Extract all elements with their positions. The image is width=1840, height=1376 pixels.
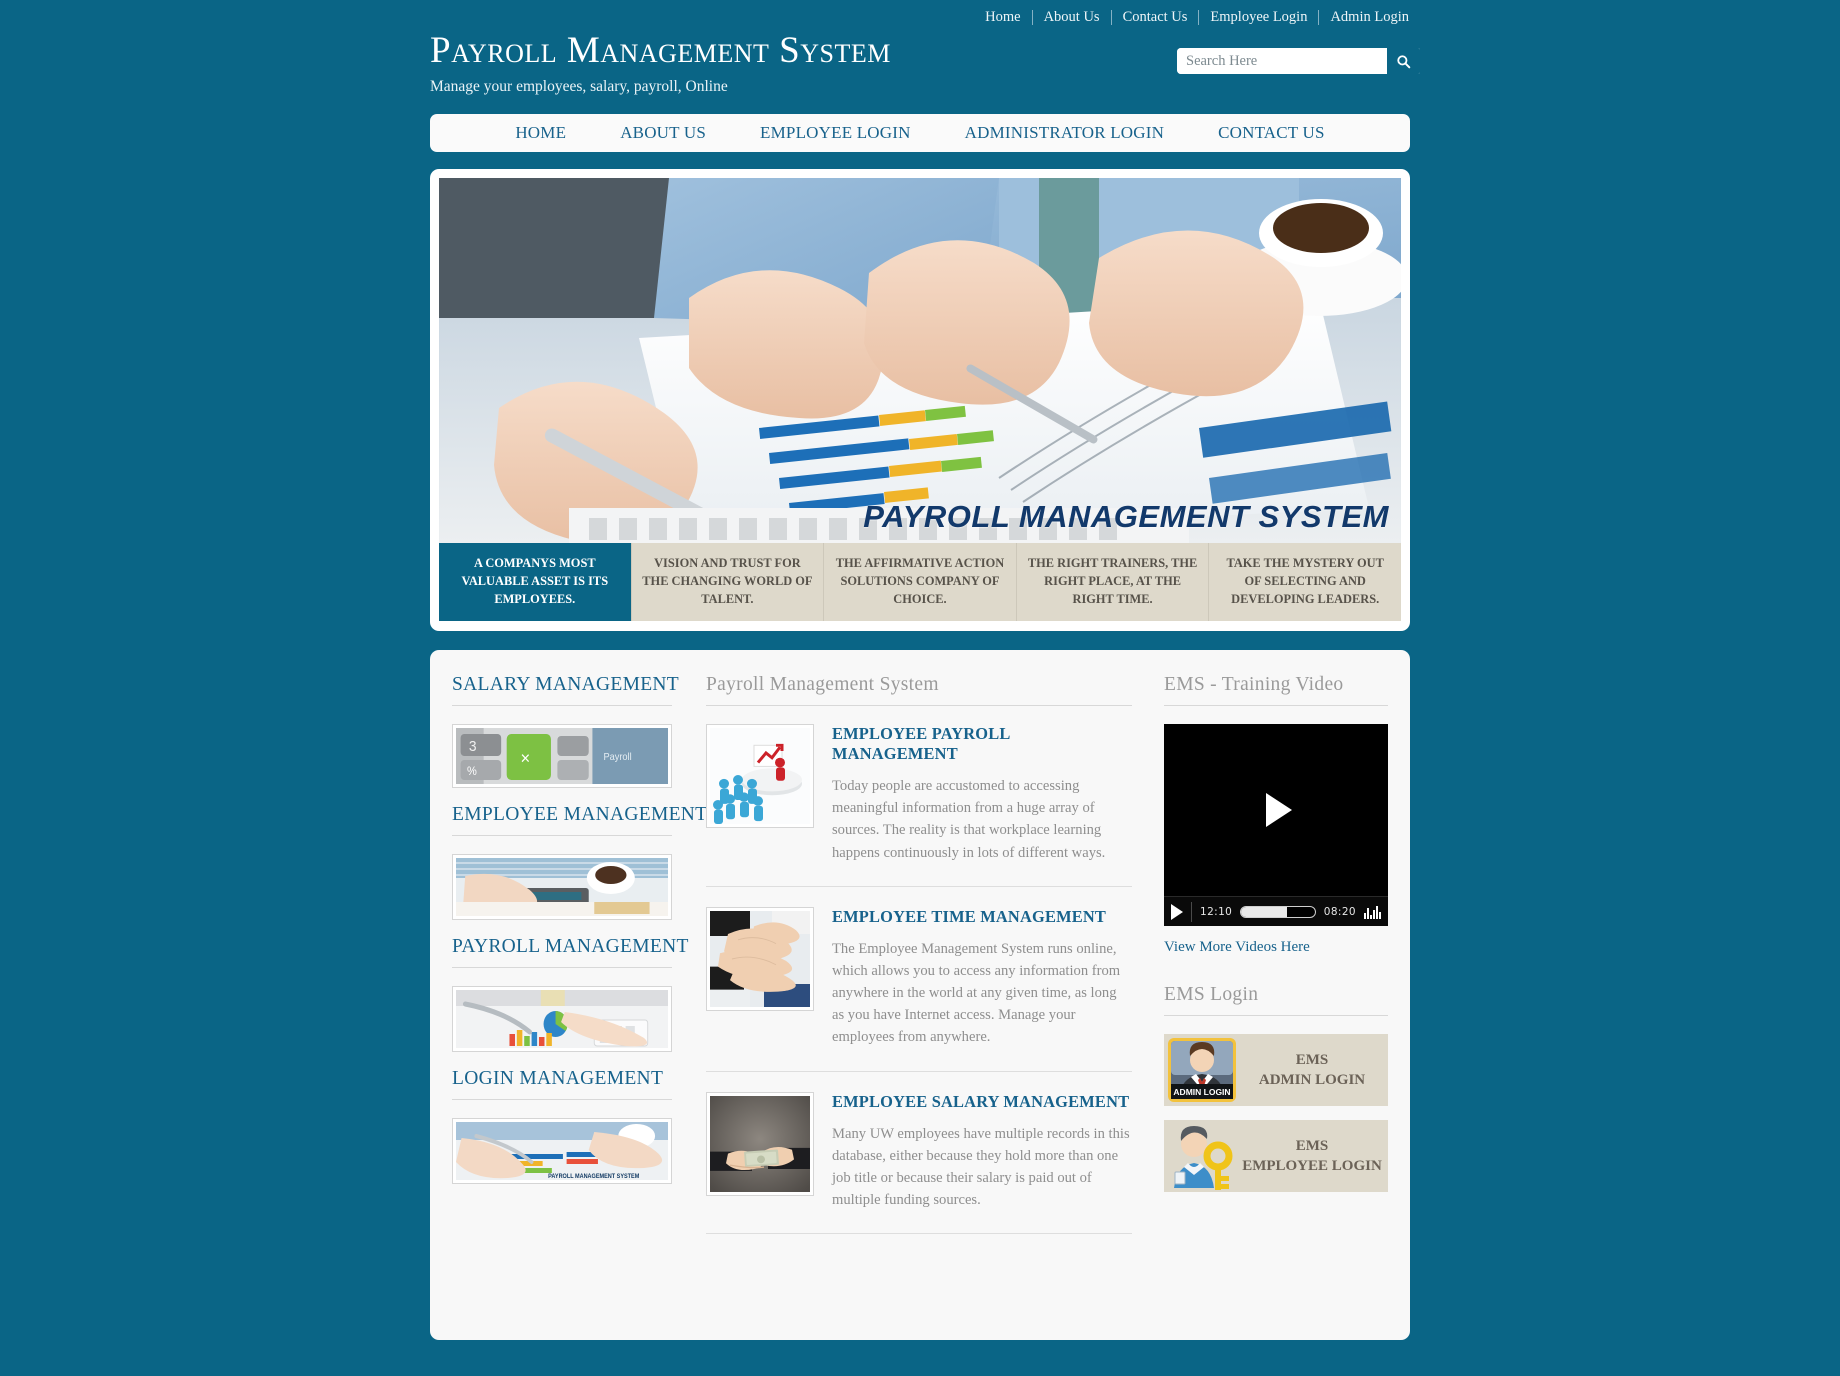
view-more-videos-link[interactable]: View More Videos Here <box>1164 939 1310 956</box>
article-body: EMPLOYEE TIME MANAGEMENT The Employee Ma… <box>832 907 1132 1049</box>
banner-panel: PAYROLL MANAGEMENT SYSTEM A Companys mos… <box>430 169 1410 631</box>
team-hands-stacked-photo <box>710 910 810 1007</box>
hands-exchanging-money-photo <box>710 1095 810 1192</box>
search-box[interactable] <box>1177 48 1420 74</box>
topnav-item-home[interactable]: Home <box>974 8 1031 26</box>
sidebar-heading-login-management[interactable]: LOGIN MANAGEMENT <box>452 1068 672 1100</box>
topnav-divider <box>1110 9 1112 25</box>
article-thumb-frame[interactable] <box>706 724 814 828</box>
ems-employee-login-line2: EMPLOYEE LOGIN <box>1242 1158 1382 1174</box>
calculator-payroll-keys-thumb: 3 % × Payroll <box>456 728 668 784</box>
search-icon <box>1397 54 1411 68</box>
topnav-item-contact-us[interactable]: Contact Us <box>1112 8 1199 26</box>
svg-text:Payroll: Payroll <box>603 752 631 763</box>
training-video-player[interactable]: 12:10 08:20 <box>1164 724 1388 926</box>
svg-text:ADMIN LOGIN: ADMIN LOGIN <box>1173 1087 1230 1097</box>
ems-admin-login-box[interactable]: ADMIN LOGIN EMS ADMIN LOGIN <box>1164 1034 1388 1106</box>
pen-chart-calculator-thumb <box>456 990 668 1048</box>
banner-caption-5[interactable]: Take the mystery out of selecting and de… <box>1209 543 1401 621</box>
topnav-divider <box>1198 9 1200 25</box>
video-current-time: 12:10 <box>1200 905 1233 918</box>
login-section-title: EMS Login <box>1164 984 1388 1016</box>
brand-block: Payroll Management System Manage your em… <box>430 30 891 96</box>
nav-item-contact-us[interactable]: CONTACT US <box>1191 123 1352 143</box>
article-title[interactable]: EMPLOYEE PAYROLL MANAGEMENT <box>832 724 1132 764</box>
banner-caption-strip: A Companys most valuable asset is its em… <box>439 543 1401 621</box>
sidebar-thumb-employee-management[interactable] <box>452 854 672 920</box>
banner-overlay-title: PAYROLL MANAGEMENT SYSTEM <box>863 499 1389 534</box>
video-progress-bar[interactable] <box>1240 905 1316 918</box>
sidebar-heading-employee-management[interactable]: EMPLOYEE MANAGEMENT <box>452 804 707 836</box>
topnav-divider <box>1318 9 1320 25</box>
sidebar-heading-payroll-management[interactable]: PAYROLL MANAGEMENT <box>452 936 688 968</box>
topnav-item-about-us[interactable]: About Us <box>1033 8 1111 26</box>
content-panel: SALARY MANAGEMENT 3 % × Payroll EMPLOYEE… <box>430 650 1410 1340</box>
article-thumb-frame[interactable] <box>706 1091 814 1196</box>
top-utility-nav: Home About Us Contact Us Employee Login … <box>974 8 1420 26</box>
video-remaining-time: 08:20 <box>1323 905 1356 918</box>
employee-key-avatar-icon <box>1166 1122 1238 1190</box>
svg-text:3: 3 <box>469 739 477 756</box>
topnav-item-employee-login[interactable]: Employee Login <box>1199 8 1318 26</box>
video-control-bar[interactable]: 12:10 08:20 <box>1164 896 1388 926</box>
right-sidebar: EMS - Training Video 12:10 08:20 View Mo… <box>1148 674 1388 1340</box>
main-nav: HOME ABOUT US EMPLOYEE LOGIN ADMINISTRAT… <box>430 114 1410 152</box>
left-sidebar: SALARY MANAGEMENT 3 % × Payroll EMPLOYEE… <box>452 674 707 1340</box>
ems-admin-login-line1: EMS <box>1295 1051 1329 1068</box>
banner-caption-1[interactable]: A Companys most valuable asset is its em… <box>439 543 632 621</box>
article-body: EMPLOYEE PAYROLL MANAGEMENT Today people… <box>832 724 1132 864</box>
ems-employee-login-box[interactable]: EMS EMPLOYEE LOGIN <box>1164 1120 1388 1192</box>
control-divider <box>1191 901 1192 922</box>
article-body: EMPLOYEE SALARY MANAGEMENT Many UW emplo… <box>832 1092 1132 1212</box>
banner-caption-4[interactable]: The right trainers, the right place, at … <box>1016 543 1210 621</box>
svg-text:%: % <box>467 766 477 778</box>
video-stage[interactable] <box>1164 724 1388 896</box>
search-button[interactable] <box>1387 48 1420 74</box>
article-text: Today people are accustomed to accessing… <box>832 778 1106 861</box>
sidebar-thumb-payroll-management[interactable] <box>452 986 672 1052</box>
topnav-item-admin-login[interactable]: Admin Login <box>1319 8 1420 26</box>
banner-caption-2[interactable]: Vision and trust for the changing world … <box>631 543 825 621</box>
hand-on-calculator-coffee-thumb <box>456 858 668 916</box>
banner-photo <box>439 178 1401 543</box>
site-title: Payroll Management System <box>430 30 891 71</box>
article-text: Many UW employees have multiple records … <box>832 1125 1130 1209</box>
play-icon[interactable] <box>1171 903 1183 920</box>
main-column: Payroll Management System EMPLOYEE PAYRO… <box>690 674 1148 1340</box>
sidebar-thumb-login-management[interactable]: PAYROLL MANAGEMENT SYSTEM <box>452 1118 672 1184</box>
topnav-divider <box>1031 9 1033 25</box>
article-employee-time-management: EMPLOYEE TIME MANAGEMENT The Employee Ma… <box>706 906 1132 1072</box>
article-title[interactable]: EMPLOYEE TIME MANAGEMENT <box>832 907 1132 927</box>
ems-employee-login-line1: EMS <box>1295 1137 1329 1154</box>
ems-admin-login-label: EMS ADMIN LOGIN <box>1238 1050 1386 1091</box>
article-text: The Employee Management System runs onli… <box>832 940 1121 1046</box>
article-thumb-frame[interactable] <box>706 906 814 1011</box>
sidebar-heading-salary-management[interactable]: SALARY MANAGEMENT <box>452 674 679 706</box>
volume-icon[interactable] <box>1364 905 1381 919</box>
nav-item-home[interactable]: HOME <box>488 123 593 143</box>
article-title[interactable]: EMPLOYEE SALARY MANAGEMENT <box>832 1092 1132 1112</box>
site-tagline: Manage your employees, salary, payroll, … <box>430 77 728 95</box>
article-employee-payroll-management: EMPLOYEE PAYROLL MANAGEMENT Today people… <box>706 724 1132 887</box>
play-icon[interactable] <box>1265 793 1292 827</box>
banner-caption-3[interactable]: The affirmative action solutions company… <box>824 543 1017 621</box>
ems-admin-login-line2: ADMIN LOGIN <box>1258 1072 1366 1088</box>
banner-slide[interactable]: PAYROLL MANAGEMENT SYSTEM <box>439 178 1401 543</box>
hands-charts-payroll-thumb: PAYROLL MANAGEMENT SYSTEM <box>456 1122 668 1180</box>
admin-avatar-icon: ADMIN LOGIN <box>1166 1036 1238 1104</box>
nav-item-administrator-login[interactable]: ADMINISTRATOR LOGIN <box>938 123 1191 143</box>
video-section-title: EMS - Training Video <box>1164 674 1388 706</box>
search-input[interactable] <box>1177 48 1387 74</box>
page-root: Home About Us Contact Us Employee Login … <box>0 0 1840 1376</box>
sidebar-thumb-salary-management[interactable]: 3 % × Payroll <box>452 724 672 788</box>
svg-text:PAYROLL MANAGEMENT SYSTEM: PAYROLL MANAGEMENT SYSTEM <box>548 1174 639 1180</box>
nav-item-employee-login[interactable]: EMPLOYEE LOGIN <box>733 123 938 143</box>
nav-item-about-us[interactable]: ABOUT US <box>593 123 733 143</box>
main-section-title: Payroll Management System <box>706 674 1132 706</box>
article-employee-salary-management: EMPLOYEE SALARY MANAGEMENT Many UW emplo… <box>706 1091 1132 1235</box>
svg-text:×: × <box>521 747 531 768</box>
blue-figures-red-leader-chart-icon <box>710 728 810 824</box>
ems-employee-login-label: EMS EMPLOYEE LOGIN <box>1238 1136 1386 1177</box>
